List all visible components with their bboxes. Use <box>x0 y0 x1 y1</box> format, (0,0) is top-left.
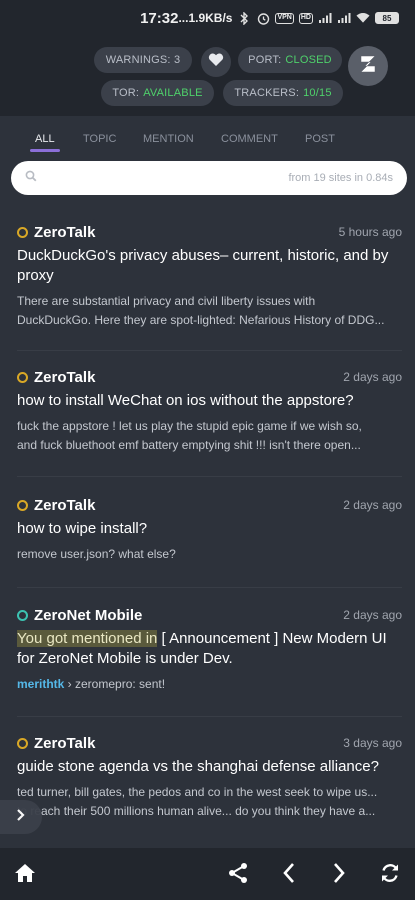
home-button[interactable] <box>12 862 38 888</box>
feed-body: ted turner, bill gates, the pedos and co… <box>17 783 402 821</box>
search-meta: from 19 sites in 0.84s <box>288 172 393 184</box>
tab-comment[interactable]: COMMENT <box>221 130 278 152</box>
feed-site[interactable]: ZeroTalk <box>34 497 95 514</box>
reload-button[interactable] <box>377 862 403 888</box>
chevron-right-icon <box>16 808 26 826</box>
port-pill[interactable]: PORT: CLOSED <box>238 47 342 73</box>
feed-item[interactable]: ZeroTalk 5 hours ago DuckDuckGo's privac… <box>17 222 402 330</box>
feed-time: 5 hours ago <box>338 225 402 239</box>
feed-body-line: to reach their 500 millions human alive.… <box>17 804 376 818</box>
status-bar: 17:32 ...1.9KB/s VPN HD 85 <box>0 0 415 36</box>
trackers-pill[interactable]: TRACKERS: 10/15 <box>223 80 343 106</box>
feed-time: 3 days ago <box>343 736 402 750</box>
home-icon <box>14 863 36 888</box>
tor-label: TOR: <box>112 87 140 99</box>
forward-button[interactable] <box>326 862 352 888</box>
signal-icon <box>318 11 332 25</box>
tab-topic[interactable]: TOPIC <box>83 130 116 152</box>
feed-title[interactable]: guide stone agenda vs the shanghai defen… <box>17 757 402 777</box>
feed-time: 2 days ago <box>343 498 402 512</box>
site-ring-icon <box>17 737 28 749</box>
filter-tabs: ALL TOPIC MENTION COMMENT POST <box>0 130 415 154</box>
feed-divider <box>17 716 402 717</box>
feed-body-line: and fuck bluethoot emf battery emptying … <box>17 438 361 452</box>
reload-icon <box>379 862 401 889</box>
feed-body: remove user.json? what else? <box>17 545 402 564</box>
share-button[interactable] <box>225 862 251 888</box>
bottom-nav-bar <box>0 848 415 900</box>
signal-2-icon <box>337 11 351 25</box>
feed-site[interactable]: ZeroTalk <box>34 224 95 241</box>
feed-item[interactable]: ZeroNet Mobile 2 days ago You got mentio… <box>17 605 402 694</box>
feed-time: 2 days ago <box>343 608 402 622</box>
site-ring-icon <box>17 609 28 621</box>
status-icons: ...1.9KB/s VPN HD 85 <box>178 11 399 25</box>
mention-user-link[interactable]: merithtk <box>17 677 64 691</box>
battery-icon: 85 <box>375 12 399 24</box>
feed-title[interactable]: You got mentioned in [ Announcement ] Ne… <box>17 629 402 669</box>
feed-divider <box>17 476 402 477</box>
feed-time: 2 days ago <box>343 370 402 384</box>
zeronet-logo-icon <box>357 52 379 81</box>
search-input[interactable] <box>45 171 289 185</box>
feed-site[interactable]: ZeroTalk <box>34 735 95 752</box>
feed-item[interactable]: ZeroTalk 2 days ago how to wipe install?… <box>17 495 402 564</box>
chevron-left-icon <box>282 862 296 889</box>
warnings-label: WARNINGS: <box>105 54 171 66</box>
favorite-button[interactable] <box>201 47 231 77</box>
tor-value: AVAILABLE <box>143 87 203 99</box>
port-value: CLOSED <box>285 54 332 66</box>
feed-body-line: ted turner, bill gates, the pedos and co… <box>17 785 378 799</box>
status-time: 17:32 <box>140 9 179 27</box>
heart-icon <box>208 53 224 72</box>
site-ring-icon <box>17 226 28 238</box>
search-icon <box>25 169 37 187</box>
battery-level: 85 <box>382 13 392 23</box>
share-icon <box>227 862 249 889</box>
feed-site[interactable]: ZeroTalk <box>34 369 95 386</box>
feed-item[interactable]: ZeroTalk 2 days ago how to install WeCha… <box>17 367 402 455</box>
chevron-right-icon <box>332 862 346 889</box>
side-drawer-toggle[interactable] <box>0 800 42 834</box>
feed-body-line: DuckDuckGo. Here they are spot-lighted: … <box>17 313 385 327</box>
feed-title[interactable]: how to wipe install? <box>17 519 402 539</box>
mention-rest: › zeromepro: sent! <box>64 677 166 691</box>
feed-body: There are substantial privacy and civil … <box>17 292 402 330</box>
wifi-icon <box>356 11 370 25</box>
vpn-icon: VPN <box>275 12 294 24</box>
feed-title[interactable]: DuckDuckGo's privacy abuses– current, hi… <box>17 246 402 286</box>
tab-all[interactable]: ALL <box>30 130 60 152</box>
site-ring-icon <box>17 371 28 383</box>
trackers-label: TRACKERS: <box>234 87 300 99</box>
port-label: PORT: <box>248 54 282 66</box>
feed-body-line: fuck the appstore ! let us play the stup… <box>17 419 362 433</box>
warnings-pill[interactable]: WARNINGS: 3 <box>94 47 192 73</box>
feed-title[interactable]: how to install WeChat on ios without the… <box>17 391 402 411</box>
bluetooth-icon <box>237 11 251 25</box>
warnings-value: 3 <box>173 54 181 66</box>
mention-highlight: You got mentioned in <box>17 630 158 647</box>
feed-body-line: There are substantial privacy and civil … <box>17 294 316 308</box>
tor-pill[interactable]: TOR: AVAILABLE <box>101 80 214 106</box>
app-header: WARNINGS: 3 PORT: CLOSED TOR: AVAILABLE TR… <box>0 36 415 116</box>
feed-site[interactable]: ZeroNet Mobile <box>34 607 142 624</box>
zeronet-logo-button[interactable] <box>348 46 388 86</box>
feed-item[interactable]: ZeroTalk 3 days ago guide stone agenda v… <box>17 733 402 821</box>
tab-mention[interactable]: MENTION <box>143 130 194 152</box>
tab-post[interactable]: POST <box>305 130 335 152</box>
back-button[interactable] <box>276 862 302 888</box>
trackers-value: 10/15 <box>303 87 332 99</box>
feed-body: fuck the appstore ! let us play the stup… <box>17 417 402 455</box>
net-speed: ...1.9KB/s <box>178 11 233 25</box>
feed-divider <box>17 350 402 351</box>
alarm-icon <box>256 11 270 25</box>
feed-divider <box>17 587 402 588</box>
site-ring-icon <box>17 499 28 511</box>
search-bar[interactable]: from 19 sites in 0.84s <box>11 161 407 195</box>
hd-icon: HD <box>298 12 313 24</box>
feed-body-line: remove user.json? what else? <box>17 547 176 561</box>
feed-body: merithtk › zeromepro: sent! <box>17 675 402 694</box>
